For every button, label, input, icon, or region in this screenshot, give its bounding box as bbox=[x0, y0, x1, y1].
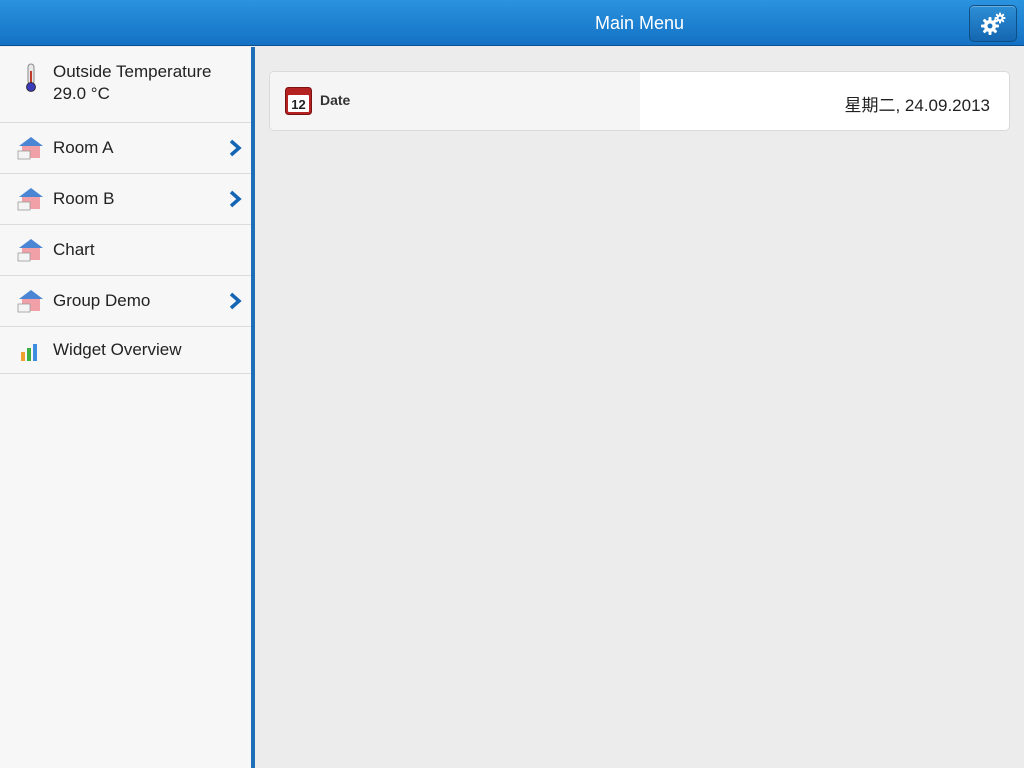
sidebar-item-room-a[interactable]: Room A bbox=[0, 123, 251, 174]
sidebar-item-label: Group Demo bbox=[53, 291, 151, 310]
calendar-icon-day: 12 bbox=[291, 97, 305, 112]
sidebar-item-label: Room A bbox=[53, 138, 114, 157]
date-card-label-area: 12 Date bbox=[270, 72, 640, 130]
house-icon bbox=[17, 188, 43, 211]
sidebar-item-label: Widget Overview bbox=[53, 340, 182, 359]
house-icon bbox=[17, 137, 43, 160]
header-bar: Main Menu bbox=[0, 0, 1024, 46]
sidebar-item-chart[interactable]: Chart bbox=[0, 225, 251, 276]
sidebar-divider bbox=[251, 47, 255, 768]
gear-icon bbox=[981, 12, 1006, 35]
thermometer-icon bbox=[26, 63, 36, 92]
temperature-label: Outside Temperature bbox=[53, 62, 212, 81]
temperature-value: 29.0 °C bbox=[53, 84, 110, 103]
sidebar-item-label: Chart bbox=[53, 240, 95, 259]
bar-chart-icon bbox=[21, 344, 37, 361]
sidebar-item-label: Room B bbox=[53, 189, 115, 208]
settings-button[interactable] bbox=[969, 5, 1017, 42]
calendar-icon: 12 bbox=[285, 87, 312, 115]
page-title: Main Menu bbox=[594, 13, 685, 33]
chevron-right-icon bbox=[229, 190, 242, 208]
chevron-right-icon bbox=[229, 292, 242, 310]
sidebar-item-room-b[interactable]: Room B bbox=[0, 174, 251, 225]
sidebar-item-widget-overview[interactable]: Widget Overview bbox=[0, 327, 251, 374]
sidebar-item-group-demo[interactable]: Group Demo bbox=[0, 276, 251, 327]
house-icon bbox=[17, 290, 43, 313]
date-card: 12 Date 星期二, 24.09.2013 bbox=[269, 71, 1010, 131]
house-icon bbox=[17, 239, 43, 262]
date-value: 星期二, 24.09.2013 bbox=[844, 96, 990, 115]
sidebar: Outside Temperature 29.0 °C Room A Room … bbox=[0, 47, 251, 768]
date-label: Date bbox=[320, 92, 351, 108]
sidebar-item-outside-temperature[interactable]: Outside Temperature 29.0 °C bbox=[0, 47, 251, 123]
chevron-right-icon bbox=[229, 139, 242, 157]
